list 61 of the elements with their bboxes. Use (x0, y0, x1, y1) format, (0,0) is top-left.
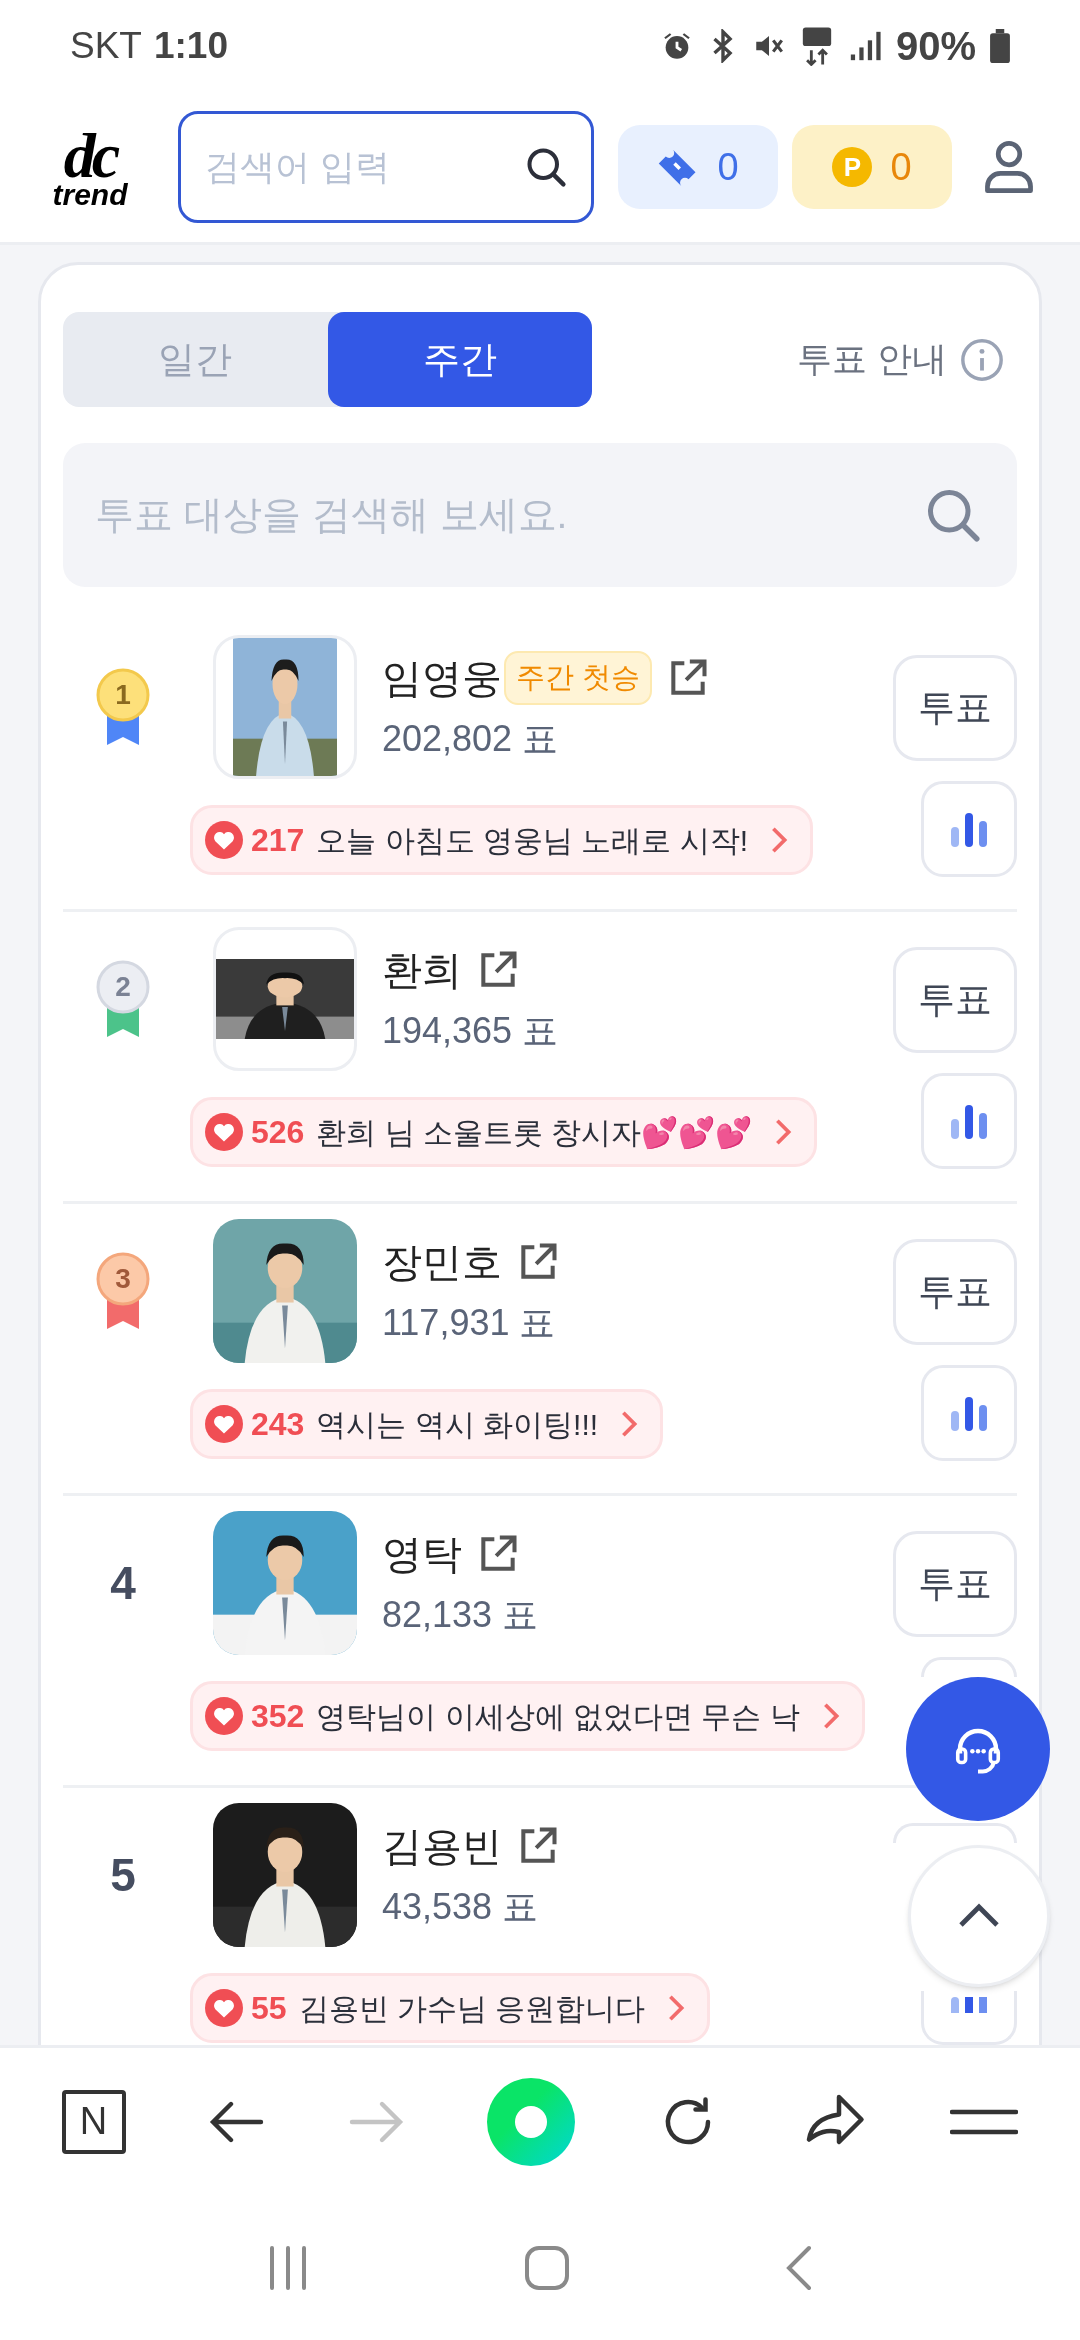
comment-text: 영탁님이 이세상에 없었다면 무슨 낙 (316, 1698, 800, 1735)
rank-number: 1 (114, 678, 132, 712)
search-field[interactable]: 검색어 입력 (178, 111, 594, 223)
like-count: 243 (251, 1405, 305, 1444)
vote-button[interactable]: 투표 (893, 1531, 1017, 1637)
vote-search-field[interactable]: 투표 대상을 검색해 보세요. (63, 443, 1017, 587)
chart-button[interactable] (921, 1073, 1017, 1169)
vote-count: 43,538 표 (382, 1885, 540, 1929)
rank-number: 4 (110, 1555, 136, 1611)
rank-number: 2 (114, 970, 132, 1004)
rank-number: 3 (114, 1262, 132, 1296)
comment-pill[interactable]: 243 역시는 역시 화이팅!!! (190, 1389, 664, 1459)
vote-button[interactable]: 투표 (893, 947, 1017, 1053)
back-arrow-icon[interactable] (208, 2099, 265, 2144)
comment-text: 환희 님 소울트롯 창시자💕💕💕 (316, 1114, 753, 1151)
bar-chart-icon (949, 811, 989, 847)
first-win-badge: 주간 첫승 (504, 651, 653, 705)
comment-pill[interactable]: 55 김용빈 가수님 응원합니다 (190, 1973, 711, 2043)
coin-icon: P (832, 147, 873, 187)
ticket-counter[interactable]: 0 (618, 125, 778, 209)
rank-number: 5 (110, 1847, 136, 1903)
like-count: 217 (251, 821, 305, 860)
vote-button[interactable]: 투표 (893, 655, 1017, 761)
like-count: 526 (251, 1113, 305, 1152)
menu-icon[interactable] (950, 2107, 1019, 2136)
chart-button[interactable] (921, 1991, 1017, 2045)
profile-icon[interactable] (983, 139, 1035, 195)
vote-button[interactable]: 투표 (893, 1239, 1017, 1345)
chart-button[interactable] (921, 781, 1017, 877)
home-button[interactable]: N (61, 2089, 126, 2154)
point-value: 0 (890, 144, 912, 190)
artist-name[interactable]: 김용빈 (382, 1816, 502, 1876)
artist-name[interactable]: 환희 (382, 940, 462, 1000)
comment-pill[interactable]: 352 영탁님이 이세상에 없었다면 무슨 낙 (190, 1681, 865, 1751)
bar-chart-icon (949, 1103, 989, 1139)
comment-text: 역시는 역시 화이팅!!! (316, 1406, 599, 1443)
vote-guide-link[interactable]: 투표 안내 (797, 333, 947, 386)
vote-count: 194,365 표 (382, 1009, 559, 1053)
comment-text: 오늘 아침도 영웅님 노래로 시작! (316, 822, 749, 859)
like-count: 55 (251, 1989, 287, 2028)
period-tab[interactable]: 주간 (327, 312, 592, 407)
bar-chart-icon (949, 1997, 989, 2013)
artist-name[interactable]: 장민호 (382, 1232, 502, 1292)
vote-count: 202,802 표 (382, 717, 560, 761)
bar-chart-icon (949, 1395, 989, 1431)
battery-percent-text: 90% (895, 23, 976, 70)
comment-text: 김용빈 가수님 응원합니다 (298, 1990, 646, 2027)
vote-count: 82,133 표 (382, 1593, 539, 1637)
artist-name[interactable]: 임영웅 (382, 648, 502, 708)
vote-count: 117,931 표 (382, 1301, 557, 1345)
search-icon (524, 145, 568, 189)
artist-name[interactable]: 영탁 (382, 1524, 462, 1584)
home-icon[interactable] (523, 2243, 571, 2292)
chevron-up-icon (957, 1903, 1001, 1929)
carrier-text: SKT (70, 24, 142, 69)
clock-text: 1:10 (153, 24, 229, 69)
battery-icon (990, 29, 1010, 63)
comment-pill[interactable]: 526 환희 님 소울트롯 창시자💕💕💕 (190, 1097, 818, 1167)
comment-pill[interactable]: 217 오늘 아침도 영웅님 노래로 시작! (190, 805, 814, 875)
like-count: 352 (251, 1697, 305, 1736)
chart-button[interactable] (921, 1365, 1017, 1461)
